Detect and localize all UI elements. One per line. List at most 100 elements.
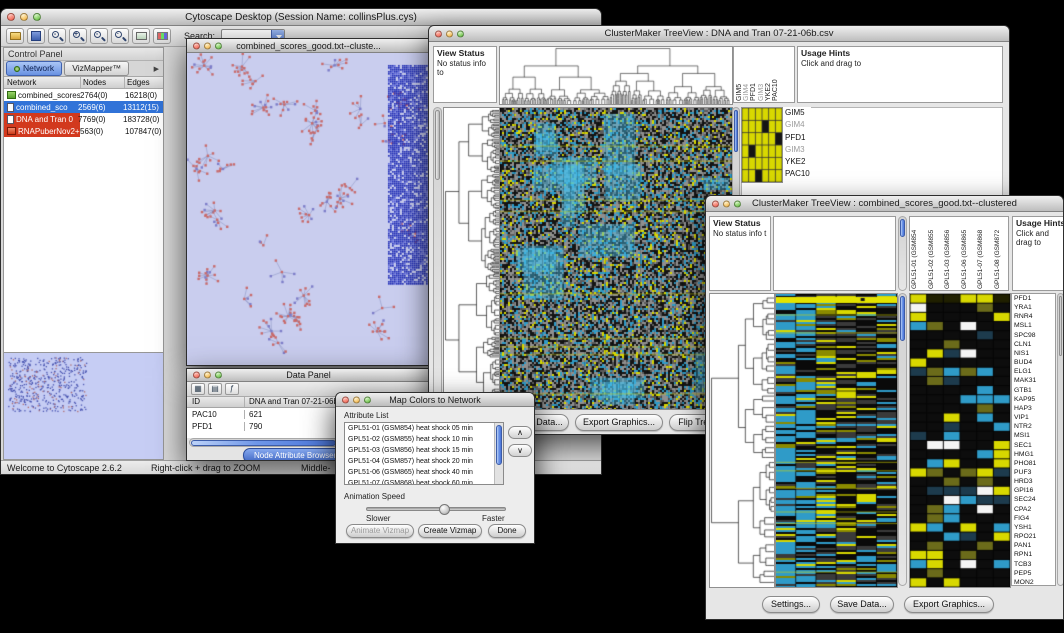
gene-label[interactable]: MAK31 bbox=[1012, 376, 1055, 385]
heatmap-canvas[interactable] bbox=[775, 293, 898, 588]
network-list-row[interactable]: RNAPuberNov2+563(0)107847(0) bbox=[4, 125, 163, 137]
heatmap-scrollbar[interactable] bbox=[898, 293, 907, 586]
column-header-id[interactable]: ID bbox=[187, 397, 245, 407]
gene-label[interactable]: MSI1 bbox=[1012, 431, 1055, 440]
zoom-region-icon[interactable]: · bbox=[111, 28, 129, 44]
zoom-window-button[interactable] bbox=[215, 372, 222, 379]
gene-label[interactable]: NTR2 bbox=[1012, 422, 1055, 431]
column-header-nodes[interactable]: Nodes bbox=[81, 77, 125, 88]
gene-label[interactable]: YRA1 bbox=[1012, 303, 1055, 312]
column-dendrogram-canvas[interactable] bbox=[499, 46, 733, 105]
gene-label[interactable]: HAP3 bbox=[1012, 404, 1055, 413]
gene-label[interactable]: NIS1 bbox=[1012, 349, 1055, 358]
tab-network[interactable]: Network bbox=[6, 61, 62, 76]
gene-label[interactable]: RPO21 bbox=[1012, 532, 1055, 541]
gene-label[interactable]: GPI16 bbox=[1012, 486, 1055, 495]
network-view-titlebar[interactable]: combined_scores_good.txt--cluste... bbox=[187, 39, 430, 53]
gene-label[interactable]: PAC10 bbox=[783, 168, 811, 180]
minimize-button[interactable] bbox=[446, 30, 453, 37]
attribute-item[interactable]: GPL51-06 (GSM865) heat shock 40 min bbox=[345, 467, 494, 478]
main-titlebar[interactable]: Cytoscape Desktop (Session Name: collins… bbox=[1, 9, 601, 26]
minimize-button[interactable] bbox=[204, 372, 211, 379]
minimize-button[interactable] bbox=[723, 200, 730, 207]
heatmap-canvas[interactable] bbox=[499, 107, 733, 410]
close-button[interactable] bbox=[435, 30, 442, 37]
network-overview-canvas[interactable] bbox=[4, 352, 163, 459]
open-folder-icon[interactable] bbox=[6, 28, 24, 44]
save-data-button[interactable]: Save Data... bbox=[830, 596, 894, 613]
image-export-icon[interactable] bbox=[132, 28, 150, 44]
minimize-button[interactable] bbox=[20, 13, 28, 21]
gene-label[interactable]: PAN1 bbox=[1012, 541, 1055, 550]
column-dendrogram-area[interactable] bbox=[773, 216, 896, 291]
animate-vizmap-button[interactable]: Animate Vizmap bbox=[346, 524, 414, 538]
scrollbar-thumb[interactable] bbox=[496, 425, 502, 465]
attribute-item[interactable]: GPL51-07 (GSM868) heat shock 60 min bbox=[345, 478, 494, 484]
scrollbar-thumb[interactable] bbox=[1059, 296, 1062, 356]
scrollbar-thumb[interactable] bbox=[900, 219, 905, 237]
list-scrollbar[interactable] bbox=[494, 423, 503, 484]
slider-thumb[interactable] bbox=[439, 504, 450, 515]
tab-vizmapper[interactable]: VizMapper™ bbox=[64, 61, 129, 76]
attribute-item[interactable]: GPL51-04 (GSM857) heat shock 20 min bbox=[345, 456, 494, 467]
gene-label[interactable]: GTB1 bbox=[1012, 386, 1055, 395]
close-button[interactable] bbox=[712, 200, 719, 207]
network-list-row[interactable]: DNA and Tran 07769(0)183728(0) bbox=[4, 113, 163, 125]
zoom-window-button[interactable] bbox=[215, 42, 222, 49]
gene-label[interactable]: SPC98 bbox=[1012, 331, 1055, 340]
close-button[interactable] bbox=[342, 396, 349, 403]
gene-label[interactable]: HRD3 bbox=[1012, 477, 1055, 486]
node-attribute-browser-tab[interactable]: Node Attribute Browser bbox=[243, 448, 347, 462]
gene-label[interactable]: GIM3 bbox=[783, 144, 811, 156]
tab-overflow-arrow[interactable]: ▶ bbox=[154, 65, 161, 73]
export-graphics-button[interactable]: Export Graphics... bbox=[904, 596, 994, 613]
gene-label[interactable]: PFD1 bbox=[1012, 294, 1055, 303]
zoom-heatmap-canvas[interactable] bbox=[741, 107, 783, 183]
create-vizmap-button[interactable]: Create Vizmap bbox=[418, 524, 482, 538]
attribute-function-icon[interactable]: ƒ bbox=[225, 383, 239, 395]
settings-button[interactable]: Settings... bbox=[762, 596, 820, 613]
attribute-grid-icon[interactable]: ▦ bbox=[191, 383, 205, 395]
attribute-item[interactable]: GPL51-01 (GSM854) heat shock 05 min bbox=[345, 423, 494, 434]
gene-label[interactable]: MSL1 bbox=[1012, 321, 1055, 330]
gene-label[interactable]: TCB3 bbox=[1012, 560, 1055, 569]
dialog-titlebar[interactable]: Map Colors to Network bbox=[336, 393, 534, 407]
zoom-window-button[interactable] bbox=[364, 396, 371, 403]
column-header-edges[interactable]: Edges bbox=[125, 77, 163, 88]
vertical-scrollbar[interactable] bbox=[433, 107, 442, 408]
gene-label[interactable]: GIM4 bbox=[783, 119, 811, 131]
gene-label[interactable]: YKE2 bbox=[783, 156, 811, 168]
gene-label[interactable]: PEP5 bbox=[1012, 569, 1055, 578]
network-view-canvas[interactable] bbox=[187, 53, 430, 365]
scrollbar-thumb[interactable] bbox=[734, 110, 738, 152]
gene-label[interactable]: SEC1 bbox=[1012, 441, 1055, 450]
gene-label[interactable]: ELG1 bbox=[1012, 367, 1055, 376]
network-list-row[interactable]: combined_scores2764(0)16218(0) bbox=[4, 89, 163, 101]
zoom-in-icon[interactable]: + bbox=[69, 28, 87, 44]
close-button[interactable] bbox=[7, 13, 15, 21]
zoom-fit-icon[interactable]: ▫ bbox=[90, 28, 108, 44]
gene-label[interactable]: BUD4 bbox=[1012, 358, 1055, 367]
scrollbar-thumb[interactable] bbox=[900, 296, 905, 341]
data-panel-titlebar[interactable]: Data Panel bbox=[187, 369, 430, 382]
save-icon[interactable] bbox=[27, 28, 45, 44]
close-button[interactable] bbox=[193, 42, 200, 49]
scrollbar-thumb[interactable] bbox=[191, 440, 336, 446]
zoom-heatmap-canvas[interactable] bbox=[909, 293, 1011, 588]
gene-label[interactable]: SEC24 bbox=[1012, 495, 1055, 504]
export-graphics-button[interactable]: Export Graphics... bbox=[575, 414, 663, 431]
network-list-row[interactable]: combined_sco2569(6)13112(15) bbox=[4, 101, 163, 113]
gene-label[interactable]: HMG1 bbox=[1012, 450, 1055, 459]
animation-speed-slider[interactable] bbox=[366, 507, 506, 511]
gene-label[interactable]: PUF3 bbox=[1012, 468, 1055, 477]
vizmap-icon[interactable] bbox=[153, 28, 171, 44]
minimize-button[interactable] bbox=[204, 42, 211, 49]
attribute-select-icon[interactable]: ▤ bbox=[208, 383, 222, 395]
zoom-out-icon[interactable]: - bbox=[48, 28, 66, 44]
vertical-scrollbar[interactable] bbox=[898, 216, 907, 291]
attribute-item[interactable]: GPL51-02 (GSM855) heat shock 10 min bbox=[345, 434, 494, 445]
treeview-dna-titlebar[interactable]: ClusterMaker TreeView : DNA and Tran 07-… bbox=[429, 26, 1009, 42]
gene-label[interactable]: VIP1 bbox=[1012, 413, 1055, 422]
treeview-combined-titlebar[interactable]: ClusterMaker TreeView : combined_scores_… bbox=[706, 196, 1063, 212]
move-down-button[interactable]: ∨ bbox=[508, 444, 532, 457]
